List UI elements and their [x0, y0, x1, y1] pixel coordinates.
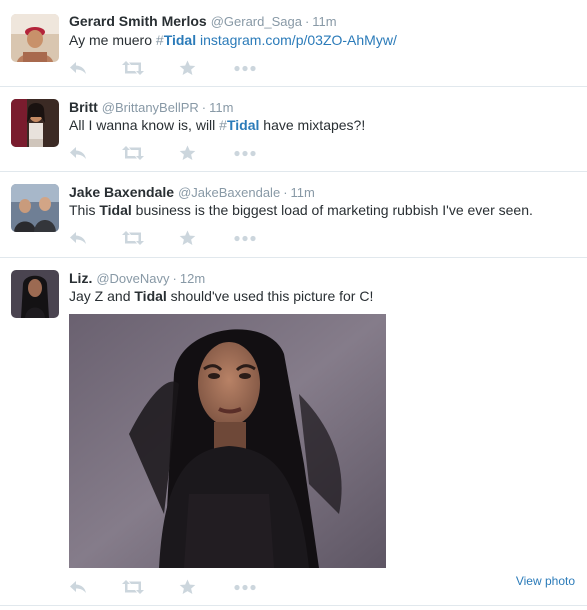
tweet-text: This Tidal business is the biggest load … [69, 201, 533, 220]
keyword-text: Tidal [134, 288, 167, 304]
keyword-text: Tidal [99, 202, 132, 218]
reply-button[interactable] [69, 60, 87, 76]
tweet[interactable]: Britt @BrittanyBellPR · 11m All I wanna kno… [0, 87, 587, 172]
separator: · [201, 100, 207, 115]
tweet[interactable]: Gerard Smith Merlos @Gerard_Saga · 11m Ay m… [0, 0, 587, 87]
favorite-button[interactable] [179, 230, 196, 246]
favorite-button[interactable] [179, 145, 196, 161]
reply-icon [69, 145, 87, 161]
more-button[interactable] [234, 579, 256, 595]
tweet-feed: Gerard Smith Merlos @Gerard_Saga · 11m Ay m… [0, 0, 587, 610]
fullname[interactable]: Britt [69, 99, 98, 115]
more-button[interactable] [234, 60, 256, 76]
tweet[interactable]: Liz. @DoveNavy · 12m Jay Z and Tidal should… [0, 258, 587, 606]
fullname[interactable]: Gerard Smith Merlos [69, 13, 207, 29]
tweet[interactable]: Jake Baxendale @JakeBaxendale · 11m This Ti… [0, 172, 587, 258]
more-icon [234, 579, 256, 595]
hashtag-text: Tidal [226, 117, 260, 133]
tweet-text: All I wanna know is, will #Tidal have mi… [69, 116, 365, 135]
separator: · [283, 185, 288, 200]
tweet-actions [69, 579, 269, 595]
reply-icon [69, 230, 87, 246]
text-segment: Ay me muero [69, 32, 156, 48]
star-icon [179, 60, 196, 76]
tweet-actions [69, 145, 269, 161]
separator: · [304, 14, 310, 29]
retweet-icon [122, 145, 144, 161]
more-button[interactable] [234, 145, 256, 161]
star-icon [179, 145, 196, 161]
timestamp[interactable]: 11m [291, 185, 315, 200]
favorite-button[interactable] [179, 579, 196, 595]
more-icon [234, 230, 256, 246]
more-icon [234, 145, 256, 161]
url-link[interactable]: instagram.com/p/03ZO-AhMyw/ [200, 32, 397, 48]
reply-button[interactable] [69, 230, 87, 246]
star-icon [179, 579, 196, 595]
text-segment: business is the biggest load of marketin… [131, 202, 533, 218]
fullname[interactable]: Liz. [69, 270, 92, 286]
username[interactable]: @Gerard_Saga [211, 14, 302, 29]
username[interactable]: @JakeBaxendale [178, 185, 280, 200]
separator: · [172, 271, 177, 286]
reply-icon [69, 579, 87, 595]
hash-symbol: # [155, 32, 164, 48]
tweet-photo[interactable] [69, 314, 386, 568]
tweet-actions [69, 60, 269, 76]
hashtag-link[interactable]: #Tidal [219, 117, 259, 133]
retweet-icon [122, 60, 144, 76]
timestamp[interactable]: 11m [209, 100, 233, 115]
text-segment: should've used this picture for C! [166, 288, 374, 304]
reply-button[interactable] [69, 579, 87, 595]
text-segment: have mixtapes?! [259, 117, 366, 133]
text-segment: This [69, 202, 100, 218]
text-segment: Jay Z and [69, 288, 135, 304]
retweet-icon [122, 230, 144, 246]
reply-button[interactable] [69, 145, 87, 161]
tweet-header: Britt @BrittanyBellPR · 11m [69, 98, 233, 117]
avatar[interactable] [11, 99, 59, 147]
username[interactable]: @BrittanyBellPR [102, 100, 199, 115]
avatar[interactable] [11, 270, 59, 318]
more-icon [234, 60, 256, 76]
more-button[interactable] [234, 230, 256, 246]
reply-icon [69, 60, 87, 76]
avatar[interactable] [11, 14, 59, 62]
retweet-button[interactable] [122, 60, 144, 76]
favorite-button[interactable] [179, 60, 196, 76]
tweet-actions [69, 230, 269, 246]
avatar[interactable] [11, 184, 59, 232]
username[interactable]: @DoveNavy [96, 271, 169, 286]
hashtag-link[interactable]: #Tidal [156, 32, 196, 48]
tweet-header: Gerard Smith Merlos @Gerard_Saga · 11m [69, 12, 337, 31]
tweet-header: Liz. @DoveNavy · 12m [69, 269, 205, 288]
retweet-button[interactable] [122, 230, 144, 246]
hash-symbol: # [219, 117, 227, 133]
tweet-text: Jay Z and Tidal should've used this pict… [69, 287, 373, 306]
tweet-text: Ay me muero #Tidal instagram.com/p/03ZO-… [69, 31, 397, 50]
star-icon [179, 230, 196, 246]
text-segment: All I wanna know is, will [69, 117, 220, 133]
retweet-button[interactable] [122, 145, 144, 161]
timestamp[interactable]: 11m [312, 14, 336, 29]
retweet-button[interactable] [122, 579, 144, 595]
view-photo-link[interactable]: View photo [516, 574, 575, 588]
fullname[interactable]: Jake Baxendale [69, 184, 174, 200]
tweet-header: Jake Baxendale @JakeBaxendale · 11m [69, 183, 315, 202]
retweet-icon [122, 579, 144, 595]
hashtag-text: Tidal [163, 32, 197, 48]
timestamp[interactable]: 12m [180, 271, 205, 286]
